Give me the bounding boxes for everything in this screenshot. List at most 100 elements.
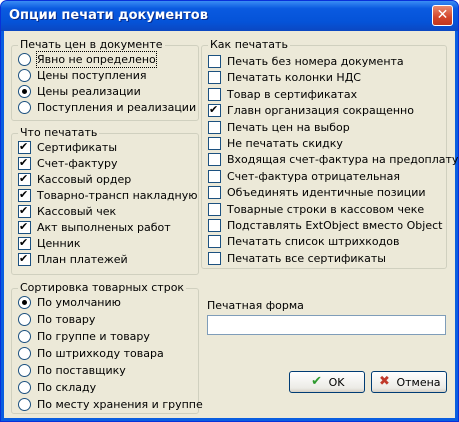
dialog-body: Печать цен в документе Явно не определен… <box>4 31 458 418</box>
cancel-button-label: Отмена <box>396 375 441 389</box>
close-icon: ✕ <box>436 7 449 23</box>
checkbox[interactable] <box>208 235 221 249</box>
radio-button[interactable] <box>18 347 31 360</box>
what-to-print-option-item[interactable]: Счет-фактуру <box>18 156 118 171</box>
cancel-x-icon: ✖ <box>379 374 390 389</box>
print-prices-legend: Печать цен в документе <box>18 38 165 52</box>
what-to-print-option-item[interactable]: Сертификаты <box>18 140 117 155</box>
what-to-print-option-item[interactable]: Акт выполненых работ <box>18 220 171 235</box>
checkbox[interactable] <box>208 251 221 265</box>
checkbox[interactable] <box>208 219 221 232</box>
print-prices-group: Печать цен в документе Явно не определен… <box>11 38 199 121</box>
how-to-print-option-label: Товарные строки в кассовом чеке <box>227 202 425 216</box>
checkbox[interactable] <box>208 103 221 118</box>
how-to-print-option-item[interactable]: Не печатать скидку <box>208 136 343 151</box>
what-to-print-option-item[interactable]: Товарно-трансп накладную <box>18 188 198 203</box>
print-prices-option-label: Явно не определено <box>36 51 157 68</box>
how-to-print-option-label: Не печатать скидку <box>227 137 343 150</box>
how-to-print-option-item[interactable]: Печать без номера документа <box>208 54 404 69</box>
sorting-option-label: По месту хранения и группе <box>37 398 203 411</box>
what-to-print-option-label: Товарно-трансп накладную <box>37 189 198 202</box>
how-to-print-option-item[interactable]: Печатать все сертификаты <box>208 251 386 266</box>
checkbox[interactable] <box>208 186 221 200</box>
checkbox[interactable] <box>18 140 31 154</box>
checkbox[interactable] <box>18 172 31 186</box>
print-prices-option-item[interactable]: Цены реализации <box>18 84 141 99</box>
print-prices-option-label: Поступления и реализации <box>37 101 197 114</box>
radio-button[interactable] <box>18 101 31 114</box>
what-to-print-option-item[interactable]: План платежей <box>18 252 128 267</box>
how-to-print-option-label: Печатать все сертификаты <box>227 251 386 265</box>
sorting-option-item[interactable]: По товару <box>18 312 95 327</box>
how-to-print-option-label: Печать цен на выбор <box>227 120 350 134</box>
sorting-option-item[interactable]: По умолчанию <box>18 295 121 310</box>
how-to-print-option-item[interactable]: Подставлять ExtObject вместо Object <box>208 218 442 233</box>
radio-button[interactable] <box>18 69 31 82</box>
what-to-print-group: Что печатать Сертификаты Счет-фактуру Касс… <box>11 126 199 275</box>
sorting-option-label: По поставщику <box>37 364 126 377</box>
checkbox[interactable] <box>208 71 221 85</box>
how-to-print-option-item[interactable]: Печатать список штрихкодов <box>208 234 399 249</box>
print-prices-option-item[interactable]: Цены поступления <box>18 68 147 83</box>
sorting-option-label: По складу <box>37 381 97 394</box>
cancel-button[interactable]: ✖ Отмена <box>371 371 447 393</box>
how-to-print-option-item[interactable]: Главн организация сокращенно <box>208 103 414 118</box>
what-to-print-option-label: Ценник <box>37 237 81 250</box>
how-to-print-option-item[interactable]: Входящая счет-фактура на предоплату <box>208 152 458 167</box>
how-to-print-option-item[interactable]: Товар в сертификатах <box>208 87 357 102</box>
radio-button[interactable] <box>18 53 31 66</box>
checkbox[interactable] <box>208 202 221 216</box>
checkbox[interactable] <box>208 120 221 134</box>
radio-button[interactable] <box>18 330 31 343</box>
radio-button[interactable] <box>18 296 31 309</box>
print-prices-option-item[interactable]: Поступления и реализации <box>18 100 196 115</box>
how-to-print-option-item[interactable]: Печать цен на выбор <box>208 120 350 135</box>
what-to-print-option-label: Счет-фактуру <box>37 157 118 170</box>
sorting-option-item[interactable]: По поставщику <box>18 363 126 378</box>
how-to-print-option-label: Подставлять ExtObject вместо Object <box>227 219 443 232</box>
what-to-print-legend: Что печатать <box>18 126 100 140</box>
checkbox[interactable] <box>18 204 31 218</box>
title-bar[interactable]: Опции печати документов ✕ <box>1 1 458 31</box>
checkbox[interactable] <box>208 55 221 68</box>
how-to-print-option-label: Объединять идентичные позиции <box>227 186 426 200</box>
radio-button[interactable] <box>18 398 31 411</box>
radio-button[interactable] <box>18 381 31 394</box>
checkbox[interactable] <box>18 252 31 266</box>
sorting-option-item[interactable]: По месту хранения и группе <box>18 397 203 412</box>
checkbox[interactable] <box>18 236 31 250</box>
sorting-option-item[interactable]: По штрихкоду товара <box>18 346 164 361</box>
what-to-print-option-label: Кассовый чек <box>37 205 117 218</box>
sorting-option-label: По группе и товару <box>37 330 150 343</box>
how-to-print-option-item[interactable]: Товарные строки в кассовом чеке <box>208 202 424 217</box>
what-to-print-option-item[interactable]: Ценник <box>18 236 80 251</box>
checkbox[interactable] <box>18 156 31 170</box>
ok-button[interactable]: ✔ OK <box>289 371 365 393</box>
checkbox[interactable] <box>208 137 221 150</box>
dialog-window: Опции печати документов ✕ Печать цен в д… <box>0 0 459 422</box>
sorting-legend: Сортировка товарных строк <box>18 281 187 295</box>
checkbox[interactable] <box>208 87 221 101</box>
radio-button[interactable] <box>18 85 31 98</box>
sorting-option-item[interactable]: По группе и товару <box>18 329 150 344</box>
what-to-print-option-label: Кассовый ордер <box>37 173 132 186</box>
how-to-print-option-label: Печатать колонки НДС <box>227 71 361 85</box>
sorting-group: Сортировка товарных строк По умолчанию По… <box>11 281 203 414</box>
how-to-print-option-label: Печать без номера документа <box>227 55 404 68</box>
print-form-input[interactable] <box>207 315 446 335</box>
checkbox[interactable] <box>18 220 31 234</box>
sorting-option-item[interactable]: По складу <box>18 380 96 395</box>
how-to-print-option-item[interactable]: Объединять идентичные позиции <box>208 185 426 200</box>
what-to-print-option-item[interactable]: Кассовый ордер <box>18 172 131 187</box>
checkbox[interactable] <box>208 169 221 183</box>
checkbox[interactable] <box>18 188 31 202</box>
how-to-print-option-item[interactable]: Печатать колонки НДС <box>208 70 361 85</box>
how-to-print-option-item[interactable]: Счет-фактура отрицательная <box>208 169 400 184</box>
checkbox[interactable] <box>208 153 221 167</box>
close-button[interactable]: ✕ <box>432 5 453 26</box>
what-to-print-option-item[interactable]: Кассовый чек <box>18 204 116 219</box>
radio-button[interactable] <box>18 313 31 326</box>
radio-button[interactable] <box>18 364 31 377</box>
print-prices-option-item[interactable]: Явно не определено <box>18 51 157 68</box>
ok-button-label: OK <box>328 375 345 389</box>
